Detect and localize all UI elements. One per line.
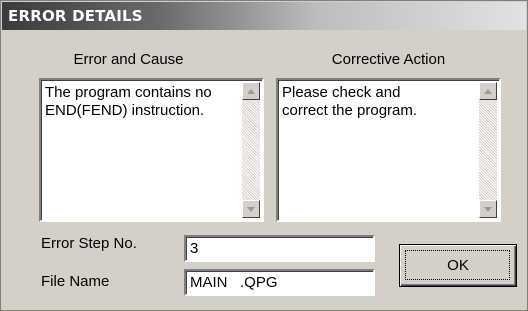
corrective-action-textbox[interactable]: Please check and correct the program.	[276, 78, 501, 222]
error-step-label: Error Step No.	[41, 235, 137, 252]
scroll-up-arrow-icon[interactable]	[479, 82, 497, 100]
corrective-action-header: Corrective Action	[331, 51, 446, 68]
error-details-dialog: ERROR DETAILS Error and Cause Corrective…	[0, 0, 528, 311]
focus-rectangle	[405, 250, 510, 280]
error-cause-textbox[interactable]: The program contains no END(FEND) instru…	[39, 78, 264, 222]
file-name-field[interactable]: MAIN .QPG	[184, 269, 375, 296]
error-step-field[interactable]: 3	[184, 235, 375, 262]
scroll-up-arrow-icon[interactable]	[242, 82, 260, 100]
corrective-action-text: Please check and correct the program.	[282, 84, 418, 119]
corrective-action-scrollbar[interactable]	[479, 82, 497, 218]
error-cause-text: The program contains no END(FEND) instru…	[45, 84, 212, 119]
ok-button[interactable]: OK	[399, 244, 517, 287]
scroll-down-arrow-icon[interactable]	[479, 200, 497, 218]
error-cause-header: Error and Cause	[73, 51, 184, 68]
scroll-down-arrow-icon[interactable]	[242, 200, 260, 218]
file-name-label: File Name	[41, 273, 110, 290]
dialog-title: ERROR DETAILS	[2, 2, 526, 30]
error-cause-scrollbar[interactable]	[242, 82, 260, 218]
